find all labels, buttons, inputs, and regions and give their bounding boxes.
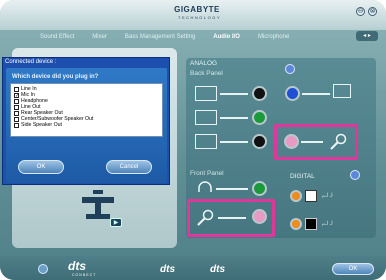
jack-pink-front[interactable] bbox=[252, 209, 267, 224]
close-button[interactable]: ⊗ bbox=[368, 7, 377, 16]
tab-mixer[interactable]: Mixer bbox=[92, 34, 107, 40]
jack-black[interactable] bbox=[252, 86, 267, 101]
jack-pink-back[interactable] bbox=[284, 134, 299, 149]
speaker-pair-icon bbox=[195, 110, 217, 125]
checkbox-checked[interactable]: ✓ bbox=[14, 92, 19, 98]
digital-signal-icon: ⌐┘┘ bbox=[322, 222, 335, 228]
minimize-button[interactable]: ⊖ bbox=[356, 7, 365, 16]
microphone-icon-front bbox=[197, 209, 214, 226]
jack-green-front[interactable] bbox=[252, 181, 267, 196]
connector-line bbox=[302, 93, 330, 95]
dialog-body: Which device did you plug in? Line In ✓ M… bbox=[6, 68, 167, 183]
checkbox[interactable] bbox=[14, 104, 19, 110]
checkbox[interactable] bbox=[14, 122, 19, 128]
connector-line bbox=[216, 188, 248, 190]
dts-connect-logo: dts bbox=[68, 259, 86, 273]
checkbox[interactable] bbox=[14, 86, 19, 92]
title-bar: GIGABYTE TECHNOLOGY ⊖ ⊗ bbox=[0, 0, 386, 30]
jack-blue[interactable] bbox=[285, 86, 300, 101]
dialog-title: Connected device : bbox=[5, 59, 57, 65]
tab-sound-effect[interactable]: Sound Effect bbox=[40, 34, 74, 40]
digital-label: DIGITAL bbox=[290, 173, 315, 180]
spdif-optical-icon bbox=[305, 190, 317, 202]
brand-sub: TECHNOLOGY bbox=[178, 15, 222, 20]
connector-line bbox=[220, 93, 248, 95]
option-side-speaker-out[interactable]: Side Speaker Out bbox=[14, 122, 62, 128]
digital-signal-icon: ⌐┘┘ bbox=[322, 194, 335, 200]
connector-line bbox=[220, 117, 248, 119]
connector-line bbox=[218, 217, 246, 219]
footer-ok-button[interactable]: OK bbox=[332, 263, 374, 275]
tab-audio-io[interactable]: Audio I/O bbox=[213, 34, 240, 40]
analog-label: ANALOG bbox=[190, 60, 218, 67]
brand-logo: GIGABYTE bbox=[174, 5, 220, 14]
footer-bar bbox=[0, 256, 386, 280]
tab-scroll-arrows[interactable]: ◂ ▸ bbox=[356, 31, 378, 41]
connected-device-dialog: Connected device : Which device did you … bbox=[2, 57, 170, 185]
checkbox[interactable] bbox=[14, 116, 19, 122]
microphone-icon bbox=[330, 133, 347, 150]
connector-line bbox=[220, 141, 248, 143]
spdif-coaxial-icon bbox=[305, 218, 317, 230]
analog-info-icon[interactable] bbox=[285, 64, 295, 74]
footer-audio-icon[interactable] bbox=[38, 264, 48, 274]
jack-orange-1[interactable] bbox=[290, 190, 302, 202]
front-panel-label: Front Panel bbox=[190, 170, 224, 177]
dialog-ok-button[interactable]: OK bbox=[18, 160, 64, 174]
speaker-pair-icon bbox=[195, 134, 217, 149]
line-in-device-icon bbox=[333, 84, 351, 98]
checkbox[interactable] bbox=[14, 98, 19, 104]
dialog-question: Which device did you plug in? bbox=[12, 74, 99, 80]
digital-info-icon[interactable] bbox=[350, 170, 360, 180]
device-options-list: Line In ✓ Mic In Headphone Line Out Rear … bbox=[10, 83, 163, 137]
dts-sub-label: CONNECT bbox=[72, 273, 97, 277]
headphone-icon bbox=[198, 181, 212, 192]
jack-black-2[interactable] bbox=[252, 134, 267, 149]
speaker-pair-icon bbox=[195, 86, 217, 101]
connector-line bbox=[301, 141, 323, 143]
tab-bass-management[interactable]: Bass Management Setting bbox=[125, 34, 195, 40]
back-panel-label: Back Panel bbox=[190, 70, 223, 77]
tab-bar: Sound Effect Mixer Bass Management Setti… bbox=[40, 30, 380, 44]
dts-logo-3: dts bbox=[210, 264, 225, 275]
tab-microphone[interactable]: Microphone bbox=[258, 34, 289, 40]
option-label: Side Speaker Out bbox=[21, 122, 62, 128]
dts-logo-2: dts bbox=[160, 264, 175, 275]
checkbox[interactable] bbox=[14, 110, 19, 116]
jack-orange-2[interactable] bbox=[290, 218, 302, 230]
jack-green[interactable] bbox=[252, 110, 267, 125]
play-test-button[interactable]: ▶ bbox=[110, 218, 122, 227]
dialog-cancel-button[interactable]: Cancel bbox=[106, 160, 152, 174]
